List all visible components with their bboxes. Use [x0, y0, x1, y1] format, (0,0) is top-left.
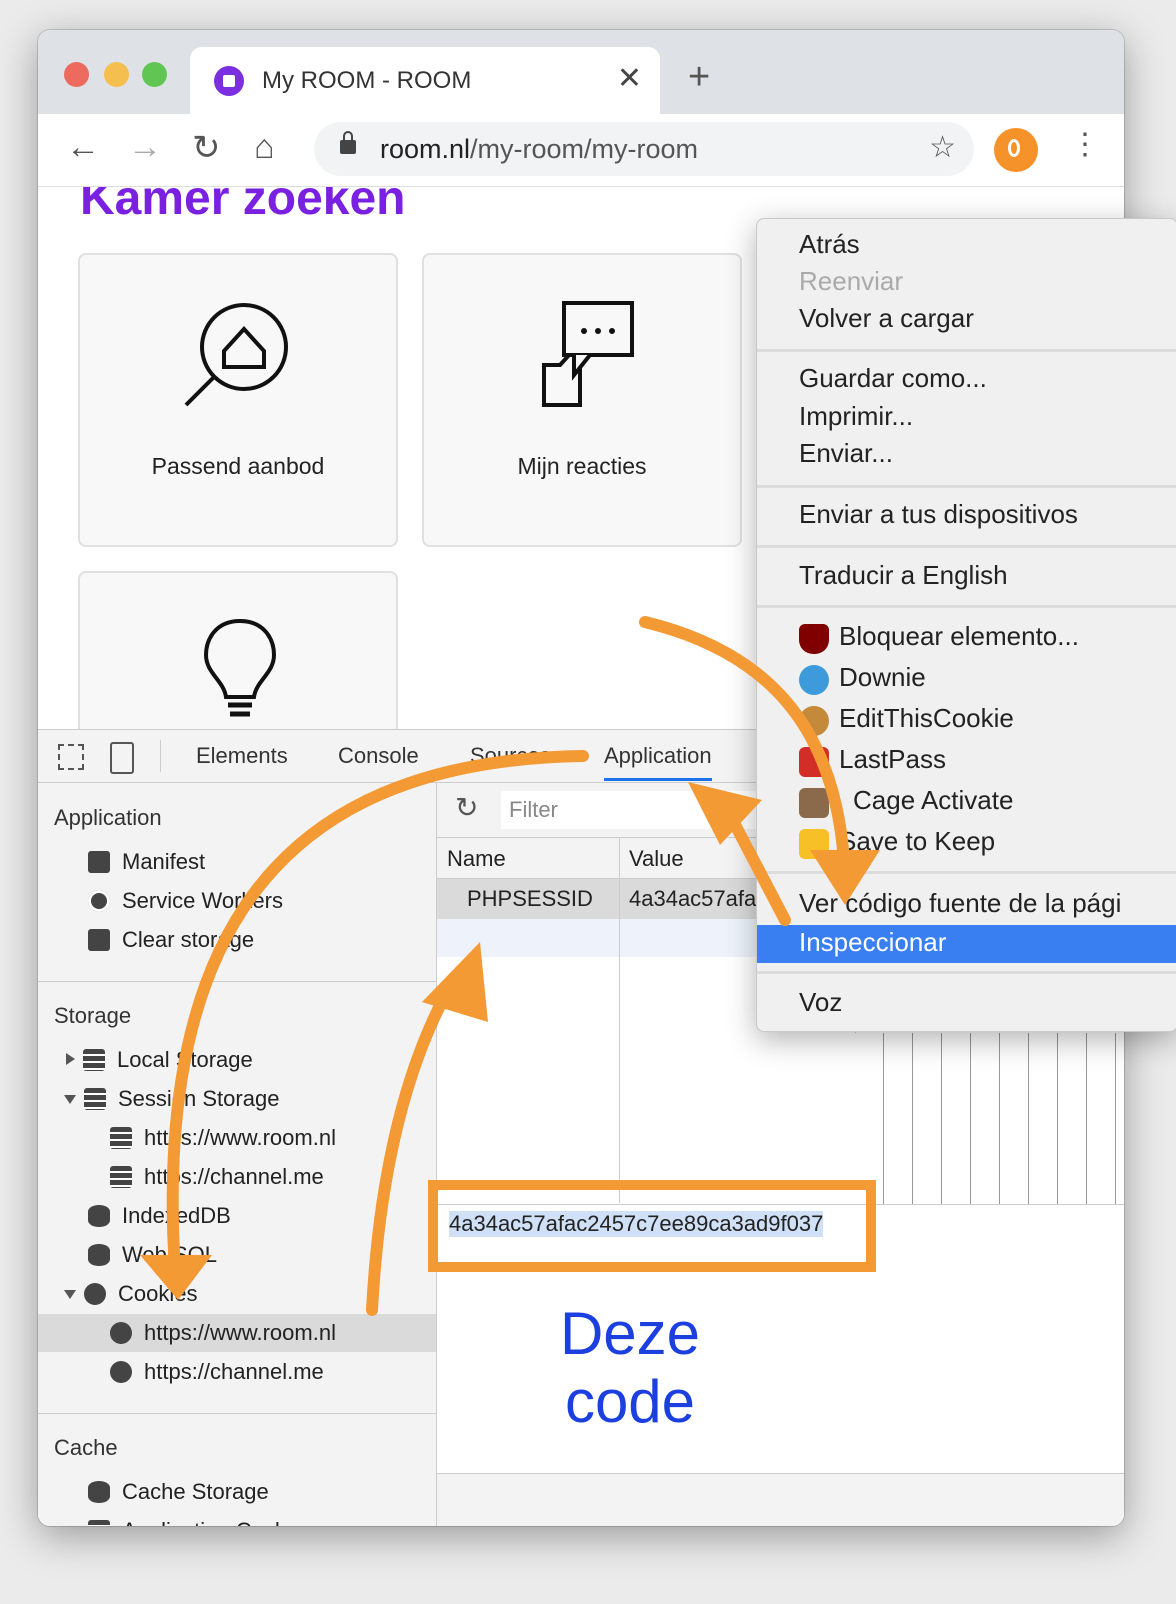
arrow-to-cookies — [166, 750, 589, 1276]
arrow-head — [140, 1255, 212, 1300]
arrow-to-application-tab — [724, 809, 791, 926]
arrow-head — [810, 850, 880, 905]
arrow-head — [688, 782, 762, 845]
arrow-to-cookie-row — [366, 984, 454, 1316]
annotation-arrows — [140, 616, 880, 1316]
